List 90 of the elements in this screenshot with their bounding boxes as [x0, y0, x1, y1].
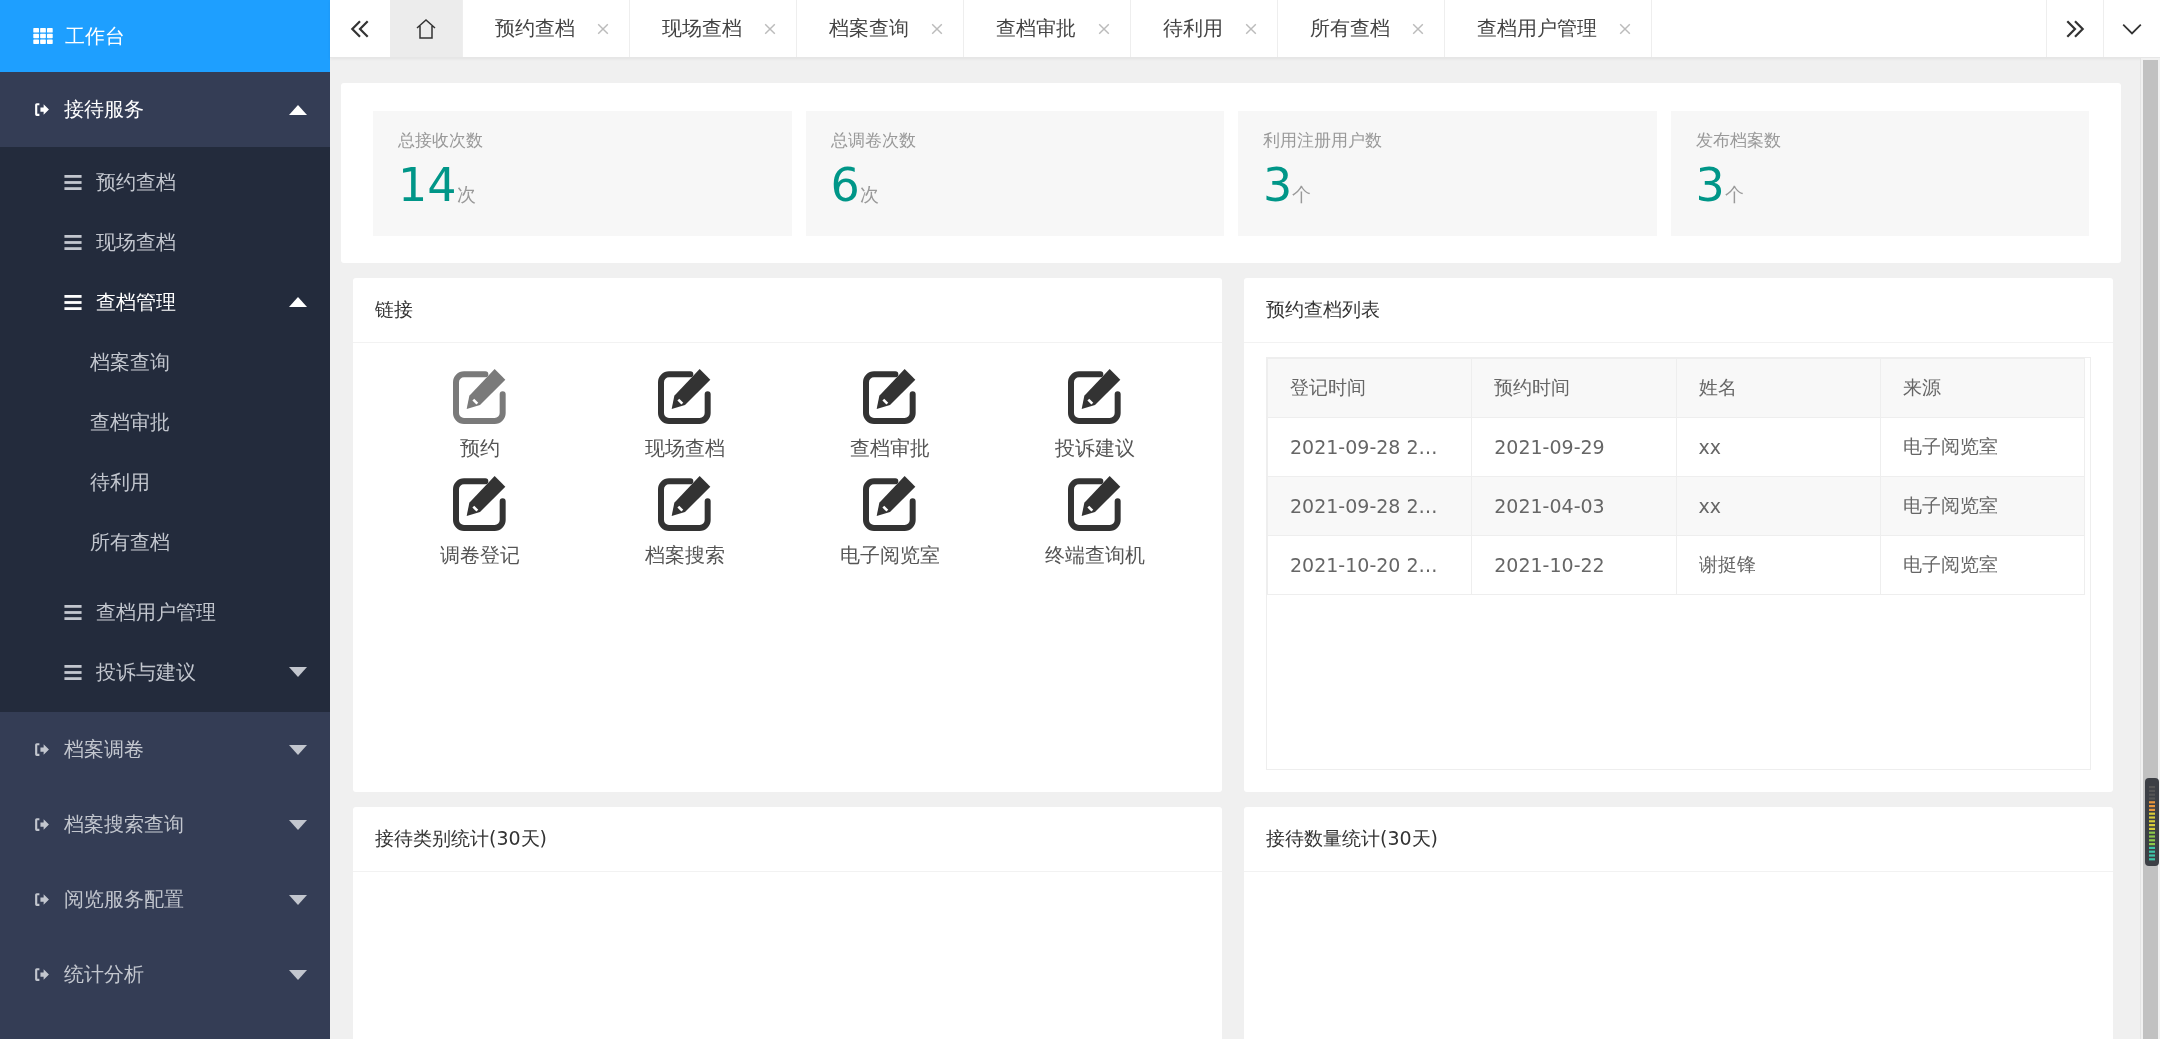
panel-title: 链接 [353, 278, 1222, 343]
sidebar-item[interactable]: 档案搜索查询 [0, 787, 330, 862]
table-cell: 2021-04-03 [1471, 476, 1676, 536]
page-tab[interactable]: 所有查档 [1278, 0, 1445, 57]
page-tab[interactable]: 现场查档 [630, 0, 797, 57]
stat-unit: 次 [859, 182, 879, 207]
sidebar-item[interactable]: 现场查档 [0, 212, 330, 272]
sign-in-icon [33, 891, 50, 908]
close-icon[interactable] [1412, 22, 1424, 35]
menu-icon [64, 174, 82, 190]
sidebar-item[interactable]: 待利用 [0, 452, 330, 512]
grid-icon [33, 28, 53, 44]
stat-unit: 次 [456, 182, 476, 207]
sidebar-item[interactable]: 阅览服务配置 [0, 862, 330, 937]
page-tab[interactable]: 查档审批 [964, 0, 1131, 57]
menu-icon [64, 664, 82, 680]
sidebar-item[interactable]: 档案查询 [0, 332, 330, 392]
caret-down-icon [289, 819, 307, 830]
sidebar-item[interactable]: 投诉与建议 [0, 642, 330, 702]
column-header: 姓名 [1676, 358, 1881, 418]
table-cell: 电子阅览室 [1880, 535, 2085, 595]
home-tab[interactable] [390, 0, 463, 57]
caret-down-icon [289, 744, 307, 755]
sign-in-icon [33, 966, 50, 983]
sidebar-item[interactable]: 档案调卷 [0, 712, 330, 787]
link-label[interactable]: 投诉建议 [1055, 435, 1136, 462]
column-header: 来源 [1880, 358, 2085, 418]
caret-down-icon [289, 667, 307, 677]
page-tab[interactable]: 查档用户管理 [1445, 0, 1652, 57]
close-icon[interactable] [1098, 22, 1110, 35]
panel-title: 接待数量统计(30天) [1244, 807, 2113, 872]
panel-title: 接待类别统计(30天) [353, 807, 1222, 872]
home-icon [414, 16, 438, 41]
caret-down-icon [289, 894, 307, 905]
table-cell: 2021-09-28 2… [1267, 476, 1472, 536]
table-cell: 2021-10-22 [1471, 535, 1676, 595]
table-cell: xx [1676, 476, 1881, 536]
page-tab[interactable]: 预约查档 [463, 0, 630, 57]
menu-icon [64, 234, 82, 250]
stat-label: 发布档案数 [1695, 129, 1782, 152]
stat-label: 总调卷次数 [830, 129, 917, 152]
close-icon[interactable] [1245, 22, 1257, 35]
stat-value: 6 [830, 158, 860, 212]
stat-value: 3 [1695, 158, 1725, 212]
sidebar-item[interactable]: 统计分析 [0, 937, 330, 1012]
menu-icon [64, 604, 82, 620]
scroll-right-button[interactable] [2046, 0, 2103, 57]
stat-label: 总接收次数 [398, 129, 484, 152]
sign-in-icon [33, 741, 50, 758]
stat-label: 利用注册用户数 [1263, 129, 1383, 152]
table-cell: xx [1676, 417, 1881, 477]
link-label[interactable]: 终端查询机 [1045, 542, 1146, 569]
link-label[interactable]: 档案搜索 [644, 542, 725, 569]
table-cell: 电子阅览室 [1880, 417, 2085, 477]
stat-value: 14 [398, 158, 457, 212]
link-label[interactable]: 电子阅览室 [840, 542, 941, 569]
page-tab[interactable]: 档案查询 [797, 0, 964, 57]
close-icon[interactable] [597, 22, 609, 35]
scroll-left-button[interactable] [330, 0, 390, 57]
link-label[interactable]: 现场查档 [644, 435, 725, 462]
sign-in-icon [33, 816, 50, 833]
link-label[interactable]: 调卷登记 [439, 542, 520, 569]
sign-in-icon [33, 101, 50, 118]
sidebar-item[interactable]: 查档用户管理 [0, 582, 330, 642]
column-header: 预约时间 [1471, 358, 1676, 418]
menu-icon [64, 294, 82, 310]
table-cell: 2021-09-28 2… [1267, 417, 1472, 477]
link-label[interactable]: 预约 [459, 435, 500, 462]
sidebar-item[interactable]: 所有查档 [0, 512, 330, 572]
stat-value: 3 [1263, 158, 1293, 212]
table-cell: 谢挺锋 [1676, 535, 1881, 595]
caret-up-icon [289, 104, 307, 115]
sidebar-item[interactable]: 查档管理 [0, 272, 330, 332]
close-icon[interactable] [1619, 22, 1631, 35]
stat-unit: 个 [1724, 182, 1744, 207]
page-tab[interactable]: 待利用 [1131, 0, 1278, 57]
link-label[interactable]: 查档审批 [850, 435, 931, 462]
caret-up-icon [289, 297, 307, 307]
column-header: 登记时间 [1267, 358, 1472, 418]
sidebar-item[interactable]: 接待服务 [0, 72, 330, 147]
stat-unit: 个 [1292, 182, 1312, 207]
table-cell: 电子阅览室 [1880, 476, 2085, 536]
table-cell: 2021-09-29 [1471, 417, 1676, 477]
table-cell: 2021-10-20 2… [1267, 535, 1472, 595]
close-icon[interactable] [764, 22, 776, 35]
sidebar-item[interactable]: 查档审批 [0, 392, 330, 452]
panel-title: 预约查档列表 [1244, 278, 2113, 343]
close-icon[interactable] [931, 22, 943, 35]
caret-down-icon [289, 969, 307, 980]
sidebar-item[interactable]: 预约查档 [0, 152, 330, 212]
